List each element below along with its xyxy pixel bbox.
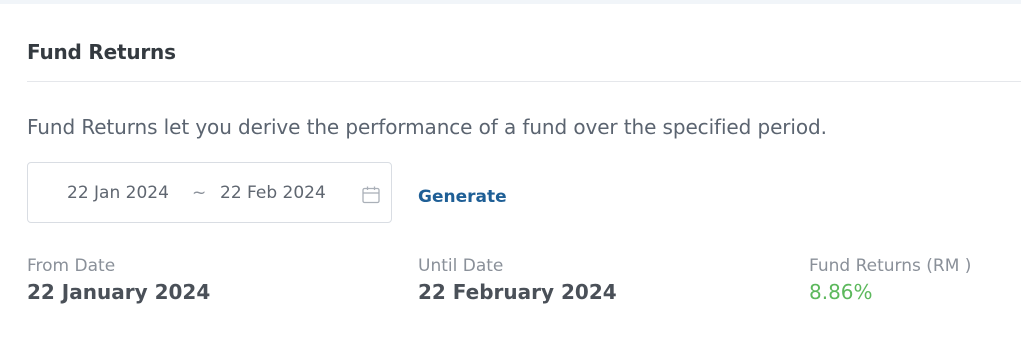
from-date-stat: From Date 22 January 2024 (27, 256, 210, 304)
until-date-value: 22 February 2024 (418, 280, 617, 304)
card-title: Fund Returns (27, 40, 176, 64)
date-range-end[interactable]: 22 Feb 2024 (220, 183, 326, 203)
title-divider (27, 81, 1021, 82)
until-date-stat: Until Date 22 February 2024 (418, 256, 617, 304)
generate-button[interactable]: Generate (418, 187, 507, 207)
from-date-label: From Date (27, 256, 116, 276)
date-range-start[interactable]: 22 Jan 2024 (67, 183, 169, 203)
date-range-picker[interactable]: 22 Jan 2024 ~ 22 Feb 2024 (27, 162, 392, 223)
fund-returns-card: Fund Returns Fund Returns let you derive… (0, 4, 1021, 349)
from-date-value: 22 January 2024 (27, 280, 211, 304)
fund-returns-label: Fund Returns (RM ) (809, 256, 972, 276)
fund-returns-stat: Fund Returns (RM ) 8.86% (809, 256, 971, 304)
until-date-label: Until Date (418, 256, 504, 276)
card-description: Fund Returns let you derive the performa… (27, 115, 827, 139)
fund-returns-value: 8.86% (809, 280, 873, 304)
date-range-separator: ~ (192, 183, 207, 203)
calendar-icon[interactable] (361, 185, 381, 205)
